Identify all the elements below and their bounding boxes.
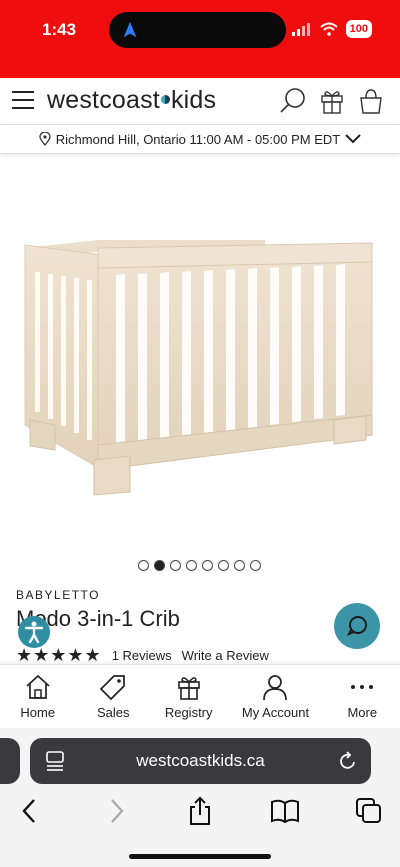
carousel-dot[interactable] [202,560,213,571]
store-location-text: Richmond Hill, Ontario 11:00 AM - 05:00 … [55,131,341,147]
browser-chrome: westcoastkids.ca [0,728,400,867]
carousel-dot[interactable] [186,560,197,571]
store-location-bar[interactable]: Richmond Hill, Ontario 11:00 AM - 05:00 … [0,124,400,154]
chat-bubble-icon [346,616,367,636]
site-logo[interactable]: westcoast kids [47,86,216,115]
dynamic-island [109,12,286,48]
carousel-dot[interactable] [170,560,181,571]
rating-row: ★★★★★ 1 Reviews Write a Review [16,646,269,664]
chevron-down-icon [345,134,361,144]
carousel-dot[interactable] [218,560,229,571]
nav-more[interactable]: More [325,665,400,728]
home-icon [26,674,50,699]
carousel-dot[interactable] [250,560,261,571]
logo-text-left: westcoast [47,86,160,114]
nav-home-label: Home [20,705,56,720]
rating-stars: ★★★★★ [16,646,102,664]
home-indicator [129,854,271,859]
share-icon[interactable] [185,796,215,826]
shopping-bag-icon[interactable] [356,86,386,116]
reviews-count-link[interactable]: 1 Reviews [112,648,172,663]
site-header: westcoast kids [0,78,400,124]
nav-registry[interactable]: Registry [151,665,226,728]
logo-text-right: kids [170,86,217,114]
product-image[interactable] [10,220,390,510]
chat-button[interactable] [334,603,380,649]
address-bar[interactable]: westcoastkids.ca [30,738,371,784]
location-arrow-icon [123,21,137,38]
forward-icon[interactable] [101,796,131,826]
reload-icon[interactable] [339,751,357,771]
nav-account-label: My Account [241,705,310,720]
nav-account[interactable]: My Account [226,665,324,728]
accessibility-icon [24,621,44,644]
tabs-icon[interactable] [354,796,384,826]
user-icon [263,675,288,701]
previous-tab[interactable] [0,738,20,784]
carousel-dot-active[interactable] [154,560,165,571]
battery-indicator: 100 [345,20,372,38]
more-dots-icon [351,685,374,689]
nav-sales-label: Sales [96,705,130,720]
carousel-dot[interactable] [138,560,149,571]
browser-toolbar [0,796,400,836]
price-tag-icon [100,675,126,701]
logo-dot-icon [160,95,170,105]
bottom-navigation: Home Sales Registry My Account More [0,664,400,728]
image-carousel-dots [138,560,261,571]
status-time: 1:43 [42,20,77,39]
menu-icon[interactable] [12,91,34,109]
gift-registry-icon[interactable] [317,86,347,116]
nav-home[interactable]: Home [0,665,75,728]
status-icons: 100 [291,20,372,38]
nav-registry-label: Registry [164,705,213,720]
gift-icon [177,677,200,700]
back-icon[interactable] [15,796,45,826]
url-text: westcoastkids.ca [136,751,265,770]
bookmarks-icon[interactable] [270,796,300,826]
write-review-link[interactable]: Write a Review [182,648,269,663]
status-bar: 1:43 100 [0,0,400,78]
carousel-dot[interactable] [234,560,245,571]
search-icon[interactable] [278,86,308,116]
wifi-icon [319,22,338,36]
product-brand[interactable]: BABYLETTO [16,588,100,602]
nav-more-label: More [347,705,378,720]
accessibility-button[interactable] [18,616,50,648]
signal-icon [291,23,310,36]
map-pin-icon [39,132,51,146]
nav-sales[interactable]: Sales [75,665,150,728]
